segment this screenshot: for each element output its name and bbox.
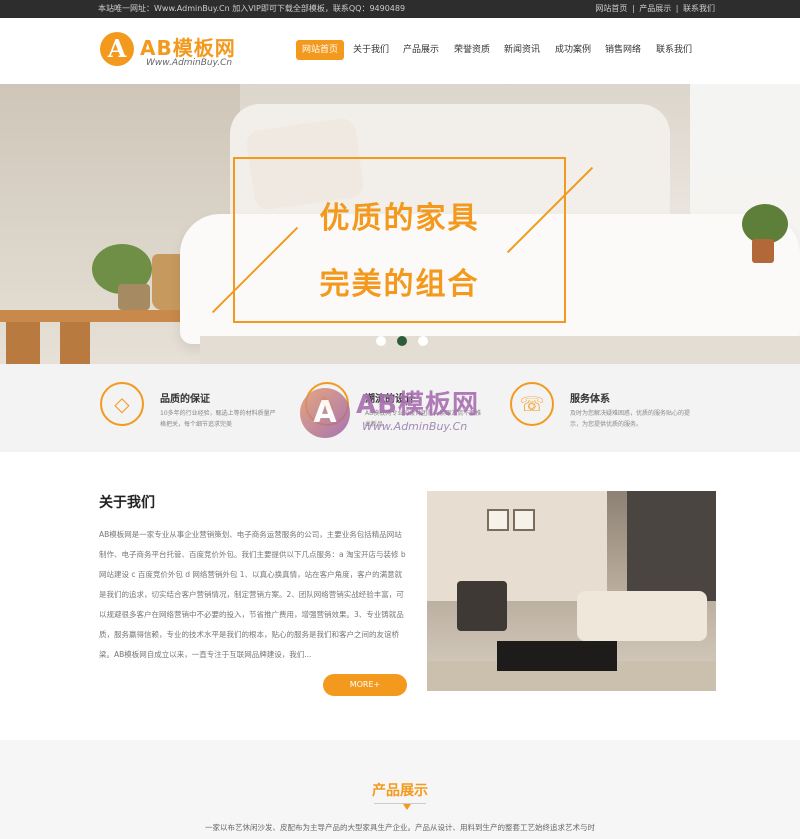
plant-image <box>742 204 788 244</box>
slider-dot-1[interactable] <box>376 336 386 346</box>
nav-item-home[interactable]: 网站首页 <box>296 40 345 60</box>
products-section: 产品展示 一家以布艺休闲沙发、皮配布为主导产品的大型家具生产企业。产品从设计、用… <box>0 740 800 839</box>
side-table-image <box>0 310 210 322</box>
banner-frame: 优质的家具 完美的组合 <box>211 157 594 323</box>
nav-item-about[interactable]: 关于我们 <box>353 40 389 60</box>
about-title: 关于我们 <box>99 495 155 511</box>
site-header: A AB模板网 Www.AdminBuy.Cn 网站首页 关于我们 产品展示 荣… <box>0 18 800 84</box>
logo-mark-icon: A <box>100 32 134 66</box>
title-underline <box>374 803 426 804</box>
photo-wall <box>427 491 607 601</box>
feature-title: 品质的保证 <box>160 394 210 405</box>
title-arrow-icon <box>403 804 411 810</box>
feature-title: 潮流的设计 <box>365 394 415 405</box>
top-notice: 本站唯一网址：Www.AdminBuy.Cn 加入VIP即可下载全部模板，联系Q… <box>98 4 406 13</box>
table-leg <box>60 322 90 364</box>
products-desc: 一家以布艺休闲沙发、皮配布为主导产品的大型家具生产企业。产品从设计、用料到生产的… <box>205 823 595 832</box>
more-button[interactable]: MORE+ <box>323 674 407 696</box>
feature-desc: AB模板网专业的设计团队，紧跟潮流不断推出新品 <box>365 410 482 428</box>
logo-brand: AB模板网 <box>140 36 236 60</box>
top-link-sep: | <box>675 4 679 13</box>
features-strip: ◇ 品质的保证 10多年的行业经验，甄选上等的材料质量严格把关，每个细节追求完美… <box>0 364 800 452</box>
feature-title: 服务体系 <box>570 394 610 405</box>
top-link-contact[interactable]: 联系我们 <box>683 4 715 13</box>
design-icon: ✎ <box>305 382 349 426</box>
photo-sofa <box>577 591 707 641</box>
nav-item-news[interactable]: 新闻资讯 <box>504 40 540 60</box>
feature-desc: 及时为您解决疑难困惑，优质的服务贴心的提示，为您提供优质的服务。 <box>570 410 691 428</box>
about-text: AB模板网是一家专业从事企业营销策划、电子商务运营服务的公司，主要业务包括精品网… <box>99 530 406 659</box>
banner-headline-2: 完美的组合 <box>319 267 480 302</box>
top-link-sep: | <box>631 4 635 13</box>
feature-desc: 10多年的行业经验，甄选上等的材料质量严格把关，每个细节追求完美 <box>160 410 276 428</box>
slider-dots <box>376 336 436 348</box>
site-logo[interactable]: A AB模板网 Www.AdminBuy.Cn <box>100 32 250 72</box>
nav-item-cases[interactable]: 成功案例 <box>555 40 591 60</box>
about-photo <box>427 491 716 691</box>
slider-dot-2[interactable] <box>397 336 407 346</box>
nav-item-honors[interactable]: 荣誉资质 <box>454 40 490 60</box>
nav-item-contact[interactable]: 联系我们 <box>656 40 692 60</box>
table-leg <box>6 322 40 364</box>
top-bar: 本站唯一网址：Www.AdminBuy.Cn 加入VIP即可下载全部模板，联系Q… <box>0 0 800 18</box>
feature-quality: ◇ 品质的保证 10多年的行业经验，甄选上等的材料质量严格把关，每个细节追求完美 <box>100 382 300 442</box>
feature-service: ☏ 服务体系 及时为您解决疑难困惑，优质的服务贴心的提示，为您提供优质的服务。 <box>510 382 710 442</box>
photo-stone-wall <box>627 491 716 601</box>
photo-table <box>497 641 617 671</box>
hero-banner[interactable]: 优质的家具 完美的组合 <box>0 84 800 364</box>
slider-dot-3[interactable] <box>418 336 428 346</box>
photo-art <box>513 509 535 531</box>
feature-design: ✎ 潮流的设计 AB模板网专业的设计团队，紧跟潮流不断推出新品 <box>305 382 505 442</box>
nav-item-sales[interactable]: 销售网络 <box>605 40 641 60</box>
photo-art <box>487 509 509 531</box>
banner-headline-1: 优质的家具 <box>319 201 480 236</box>
photo-chair <box>457 581 507 631</box>
nav-item-products[interactable]: 产品展示 <box>403 40 439 60</box>
about-section: 关于我们 AB模板网是一家专业从事企业营销策划、电子商务运营服务的公司，主要业务… <box>0 452 800 740</box>
sofa-base-image <box>200 336 800 364</box>
products-title: 产品展示 <box>372 783 428 799</box>
top-links: 网站首页 | 产品展示 | 联系我们 <box>594 0 716 18</box>
headset-icon: ☏ <box>510 382 554 426</box>
logo-site: Www.AdminBuy.Cn <box>146 58 233 68</box>
pot-image <box>118 284 150 310</box>
diamond-icon: ◇ <box>100 382 144 426</box>
top-link-home[interactable]: 网站首页 <box>595 4 627 13</box>
pot-image <box>752 239 774 263</box>
top-link-products[interactable]: 产品展示 <box>639 4 671 13</box>
